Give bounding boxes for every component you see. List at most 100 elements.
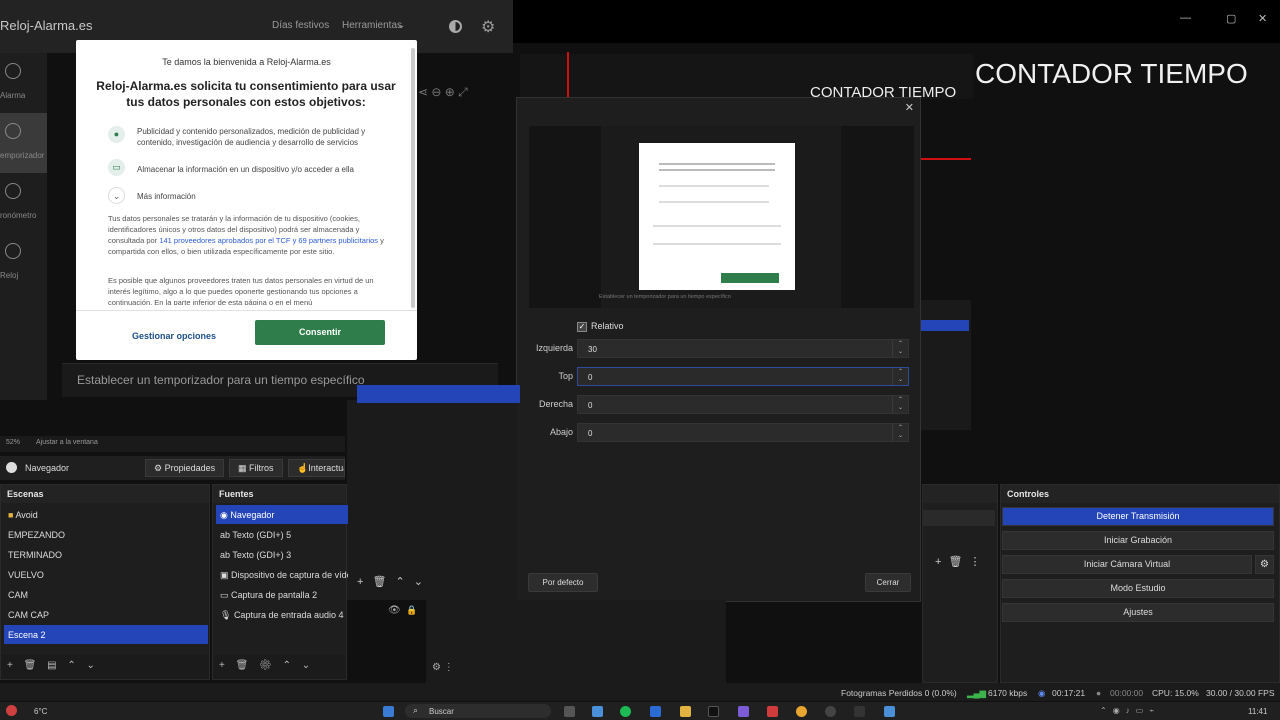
stream-time: 00:17:21 (1052, 688, 1086, 698)
top-input[interactable]: 0 ⌃ ⌄ (577, 367, 909, 386)
fps: 30.00 / 30.00 FPS (1206, 688, 1275, 698)
share-icon[interactable]: ⋖ ⊖ ⊕ ⤢ (418, 85, 468, 100)
right-label: Derecha (538, 399, 573, 409)
scene-item[interactable]: CAM (4, 585, 208, 604)
settings-button[interactable]: Ajustes (1002, 603, 1274, 622)
record-time: 00:00:00 (1110, 688, 1144, 698)
consent-scrollbar[interactable] (411, 48, 415, 308)
spinner[interactable]: ⌃ ⌄ (892, 368, 908, 385)
scene-item[interactable]: EMPEZANDO (4, 525, 208, 544)
contrast-icon[interactable] (449, 20, 462, 33)
weather-temp[interactable]: 6°C (34, 707, 47, 716)
browser-icon: ◉ (220, 510, 231, 520)
spotify-icon[interactable] (620, 706, 631, 717)
transition-toolbar[interactable]: + 🗑 ⋮ (935, 555, 981, 568)
fit-window[interactable]: Ajustar a la ventana (36, 439, 98, 446)
consent-button[interactable]: Consentir (255, 320, 385, 345)
clock[interactable]: 11:41 (1248, 707, 1267, 716)
vendors-link[interactable]: 141 proveedores aprobados por el TCF y 6… (159, 236, 378, 245)
default-button[interactable]: Por defecto (528, 573, 598, 592)
spinner[interactable]: ⌃ ⌄ (892, 340, 908, 357)
studio-mode-button[interactable]: Modo Estudio (1002, 579, 1274, 598)
windows-start-icon[interactable] (383, 706, 394, 717)
zoom-level[interactable]: 52% (6, 439, 20, 446)
search-box[interactable]: ⌕ Buscar (405, 704, 551, 718)
transitions-panel: + 🗑 ⋮ (922, 484, 998, 683)
close-icon[interactable]: ✕ (905, 101, 914, 114)
obs-icon[interactable] (825, 706, 836, 717)
sidebar-item-clock[interactable]: Reloj (0, 233, 47, 293)
minimize-icon[interactable]: — (1180, 12, 1191, 24)
relative-checkbox[interactable]: ✓ (577, 322, 587, 332)
stop-streaming-button[interactable]: Detener Transmisión (1002, 507, 1274, 526)
scene-item[interactable]: TERMINADO (4, 545, 208, 564)
close-icon[interactable]: ✕ (1258, 12, 1267, 25)
app-icon[interactable] (884, 706, 895, 717)
start-virtual-camera-button[interactable]: Iniciar Cámara Virtual (1002, 555, 1252, 574)
scene-item-selected[interactable]: Escena 2 (4, 625, 208, 644)
preview-caption: Establecer un temporizador para un tiemp… (599, 294, 731, 300)
tray-icons[interactable]: ⌃◉♪▭⌁ (1100, 706, 1160, 715)
nav-tools[interactable]: Herramientas (342, 20, 402, 31)
app-icon[interactable] (767, 706, 778, 717)
app-icon[interactable] (592, 706, 603, 717)
gear-icon[interactable]: ⚙ (1255, 555, 1274, 574)
close-button[interactable]: Cerrar (865, 573, 911, 592)
eye-icon[interactable]: 👁 (388, 605, 401, 616)
spinner[interactable]: ⌃ ⌄ (892, 424, 908, 441)
obs-side-strip (921, 300, 971, 430)
more-info-link[interactable]: Más información (137, 191, 417, 202)
selected-filter[interactable] (357, 385, 520, 403)
chrome-icon[interactable] (796, 706, 807, 717)
interact-button[interactable]: ☝Interactuar (288, 459, 345, 477)
gear-icon[interactable]: ⚙ (481, 17, 495, 37)
filters-button[interactable]: ▦ Filtros (229, 459, 283, 477)
source-item[interactable]: ab Texto (GDI+) 3 (216, 545, 348, 564)
app-icon[interactable] (738, 706, 749, 717)
folder-icon[interactable] (680, 706, 691, 717)
epic-icon[interactable] (854, 706, 865, 717)
source-item-selected[interactable]: ◉ Navegador (216, 505, 348, 524)
maximize-icon[interactable]: ▢ (1226, 12, 1236, 25)
sidebar-item-timer[interactable]: emporizador (0, 113, 47, 173)
nav-holidays[interactable]: Días festivos (272, 20, 329, 31)
weather-icon[interactable] (6, 705, 17, 716)
transition-select[interactable] (923, 510, 995, 526)
source-item[interactable]: ab Texto (GDI+) 5 (216, 525, 348, 544)
filter-toolbar[interactable]: + 🗑 ⌃ ⌄ (357, 575, 423, 588)
preview-line (659, 185, 769, 187)
overlay-title: CONTADOR TIEMPO (975, 58, 1248, 89)
sidebar-item-alarm[interactable]: Alarma (0, 53, 47, 113)
taskview-icon[interactable] (564, 706, 575, 717)
start-recording-button[interactable]: Iniciar Grabación (1002, 531, 1274, 550)
sidebar-item-stopwatch[interactable]: ronómetro (0, 173, 47, 233)
scene-item[interactable]: ■ Avoid (4, 505, 208, 524)
scene-item[interactable]: VUELVO (4, 565, 208, 584)
source-item[interactable]: ▭ Captura de pantalla 2 (216, 585, 348, 604)
scene-item[interactable]: CAM CAP (4, 605, 208, 624)
left-input[interactable]: 30 ⌃ ⌄ (577, 339, 909, 358)
preview-line (659, 163, 775, 165)
chevron-down-icon[interactable]: ⌄ (397, 20, 405, 31)
source-item[interactable]: ▣ Dispositivo de captura de vídeo (216, 565, 348, 584)
sources-toolbar[interactable]: + 🗑 ⚙ ⌃ ⌄ (213, 655, 346, 679)
preview-consent (639, 143, 795, 290)
mixer-settings-icon[interactable]: ⚙ ⋮ (432, 662, 454, 673)
cpu-usage: CPU: 15.0% (1152, 688, 1199, 698)
manage-options-button[interactable]: Gestionar opciones (124, 324, 224, 348)
bounding-marker (567, 52, 569, 97)
consent-purpose-storage: Almacenar la información en un dispositi… (137, 165, 355, 174)
consent-title: Reloj-Alarma.es solicita tu consentimien… (96, 79, 396, 109)
bottom-input[interactable]: 0 ⌃ ⌄ (577, 423, 909, 442)
app-icon[interactable] (650, 706, 661, 717)
right-input[interactable]: 0 ⌃ ⌄ (577, 395, 909, 414)
site-logo[interactable]: Reloj-Alarma.es (0, 18, 92, 33)
chevron-down-icon[interactable]: ⌄ (108, 187, 125, 204)
scenes-toolbar[interactable]: + 🗑 ▤ ⌃ ⌄ (1, 655, 209, 679)
source-label: Captura de entrada audio 4 (233, 610, 344, 620)
properties-button[interactable]: ⚙ Propiedades (145, 459, 225, 477)
spinner[interactable]: ⌃ ⌄ (892, 396, 908, 413)
tiktok-icon[interactable] (708, 706, 719, 717)
lock-icon[interactable]: 🔒 (406, 605, 417, 616)
left-value: 30 (588, 345, 597, 354)
